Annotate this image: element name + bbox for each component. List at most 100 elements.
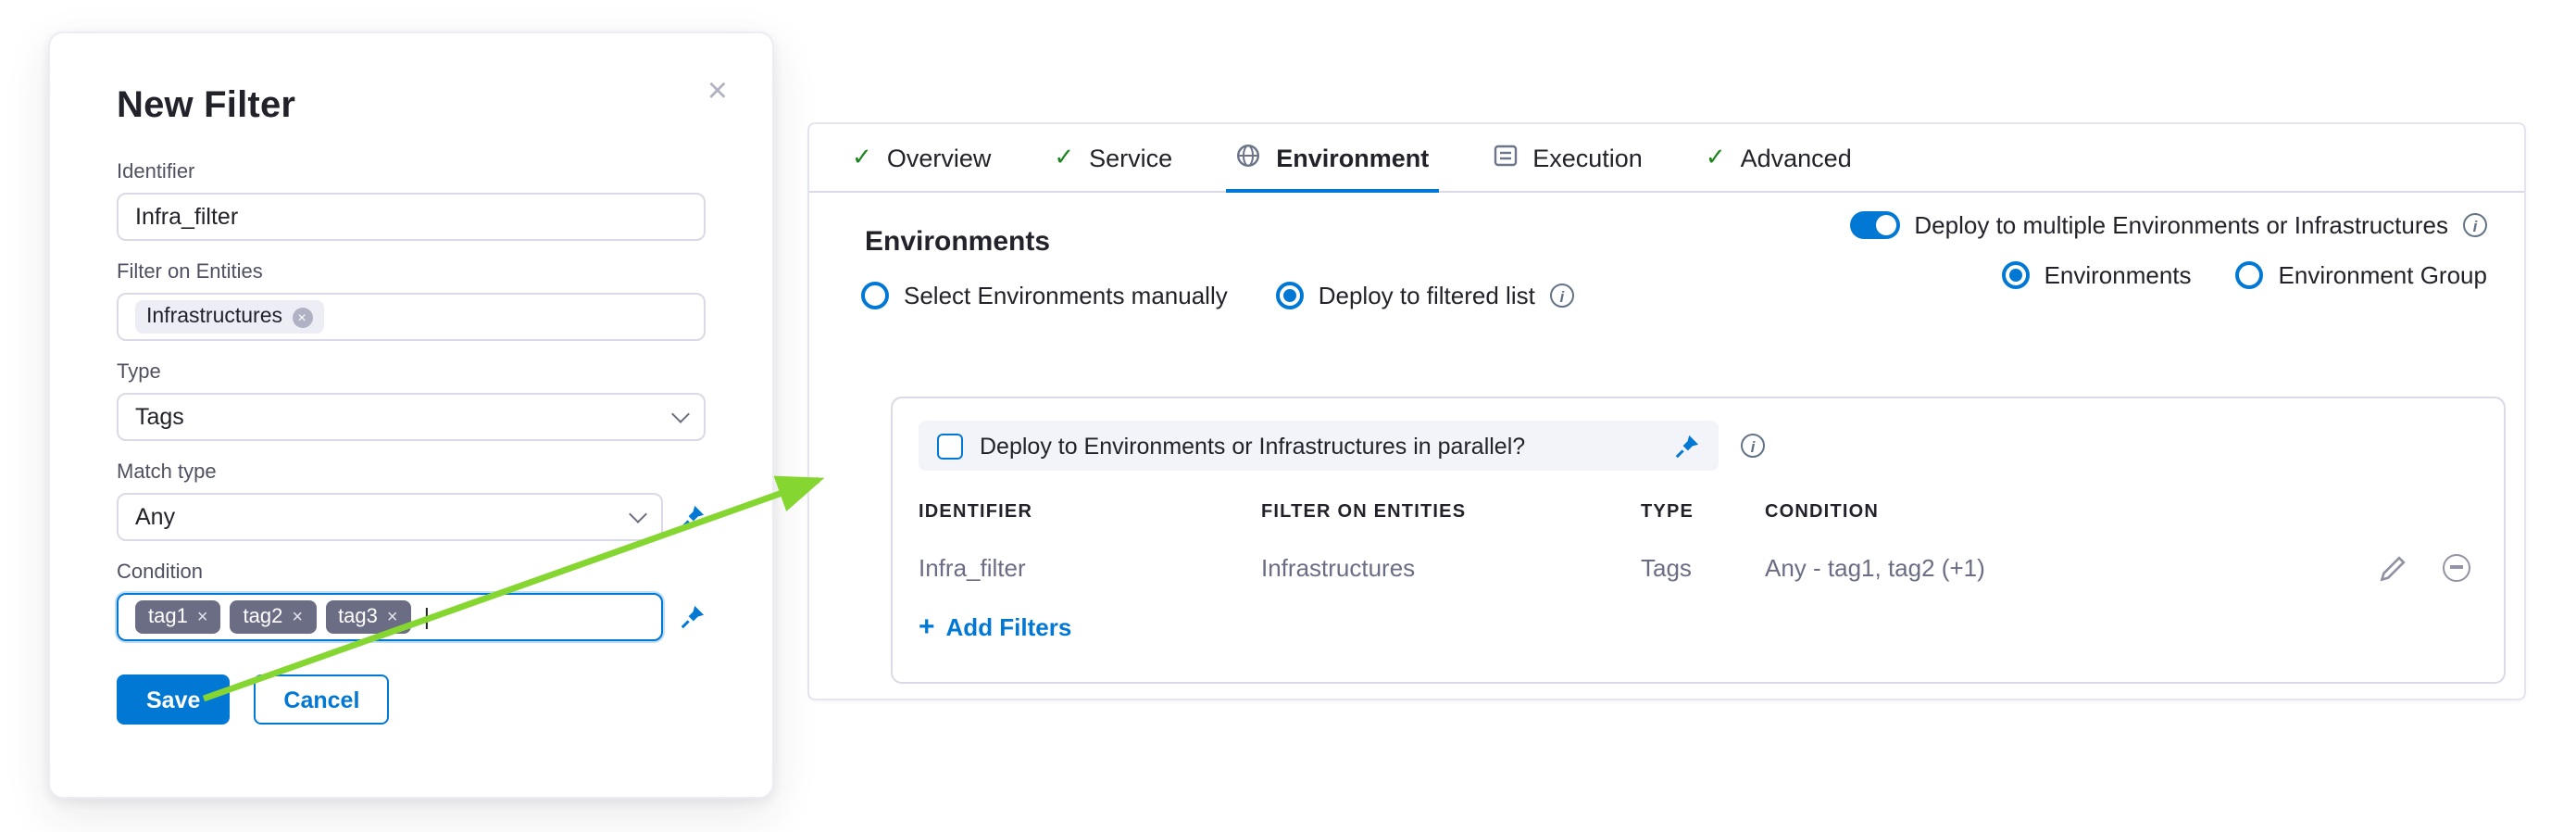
environments-heading: Environments <box>865 226 1050 258</box>
tab-execution[interactable]: Execution <box>1460 124 1674 191</box>
chip-remove-icon[interactable]: × <box>197 607 208 627</box>
identifier-label: Identifier <box>117 161 706 183</box>
radio-deploy-to-filtered-list[interactable]: Deploy to filtered list i <box>1276 282 1574 309</box>
environment-icon <box>1235 142 1261 173</box>
filter-row: Infra_filter Infrastructures Tags Any - … <box>919 554 2478 582</box>
pin-icon[interactable] <box>680 504 706 530</box>
cell-type: Tags <box>1641 554 1765 582</box>
save-button[interactable]: Save <box>117 674 230 725</box>
toggle-label: Deploy to multiple Environments or Infra… <box>1914 211 2448 239</box>
radio-environments[interactable]: Environments <box>2002 261 2192 289</box>
filters-box: Deploy to Environments or Infrastructure… <box>891 397 2506 684</box>
tab-label: Execution <box>1532 144 1643 171</box>
tab-label: Advanced <box>1741 144 1852 171</box>
new-filter-modal: × New Filter Identifier Infra_filter Fil… <box>48 32 774 799</box>
check-icon: ✓ <box>1706 143 1726 172</box>
identifier-input[interactable]: Infra_filter <box>117 193 706 241</box>
type-label: Type <box>117 361 706 384</box>
chip-remove-icon[interactable]: × <box>387 607 398 627</box>
stage-tabs: ✓ Overview ✓ Service Environment Executi… <box>809 124 2524 193</box>
radio-circle <box>2002 261 2030 289</box>
radio-label: Environment Group <box>2279 261 2487 289</box>
radio-label: Environments <box>2045 261 2192 289</box>
tag-chip: tag2 × <box>231 600 317 634</box>
filters-table-header: IDENTIFIER FILTER ON ENTITIES TYPE CONDI… <box>919 502 2478 523</box>
chip-label: tag3 <box>338 606 378 628</box>
condition-field: Condition tag1 × tag2 × tag3 × | <box>117 561 706 641</box>
col-header-identifier: IDENTIFIER <box>919 502 1261 523</box>
tab-label: Overview <box>887 144 992 171</box>
tab-environment[interactable]: Environment <box>1204 124 1460 191</box>
chevron-down-icon <box>629 505 647 523</box>
stage-config-panel: ✓ Overview ✓ Service Environment Executi… <box>807 122 2526 700</box>
filter-on-entities-field: Filter on Entities Infrastructures × <box>117 261 706 341</box>
tab-label: Environment <box>1276 144 1429 171</box>
pin-icon[interactable] <box>680 604 706 630</box>
condition-input[interactable]: tag1 × tag2 × tag3 × | <box>117 593 663 641</box>
multi-env-controls: Deploy to multiple Environments or Infra… <box>1849 211 2487 289</box>
deploy-multiple-toggle[interactable] <box>1849 211 1899 239</box>
radio-select-environments-manually[interactable]: Select Environments manually <box>861 282 1228 309</box>
type-value: Tags <box>135 404 184 430</box>
parallel-checkbox[interactable] <box>937 433 963 459</box>
radio-environment-group[interactable]: Environment Group <box>2236 261 2487 289</box>
info-icon[interactable]: i <box>1550 284 1574 308</box>
add-filters-label: Add Filters <box>946 613 1072 641</box>
text-cursor: | <box>424 604 431 630</box>
cell-entities: Infrastructures <box>1261 554 1641 582</box>
tab-label: Service <box>1089 144 1172 171</box>
filter-on-entities-input[interactable]: Infrastructures × <box>117 293 706 341</box>
type-select[interactable]: Tags <box>117 393 706 441</box>
environment-tab-body: Environments Select Environments manuall… <box>809 193 2524 700</box>
chip-label: tag1 <box>148 606 188 628</box>
parallel-checkbox-label: Deploy to Environments or Infrastructure… <box>980 433 1525 459</box>
toggle-knob <box>1875 215 1895 235</box>
chevron-down-icon <box>671 405 690 423</box>
cell-condition: Any - tag1, tag2 (+1) <box>1765 554 2345 582</box>
filter-on-entities-label: Filter on Entities <box>117 261 706 284</box>
chip-remove-icon[interactable]: × <box>292 307 312 327</box>
check-icon: ✓ <box>852 143 872 172</box>
col-header-condition: CONDITION <box>1765 502 2345 523</box>
tab-overview[interactable]: ✓ Overview <box>820 124 1022 191</box>
radio-circle <box>861 282 889 309</box>
radio-label: Deploy to filtered list <box>1319 282 1535 309</box>
match-type-select[interactable]: Any <box>117 493 663 541</box>
chip-label: Infrastructures <box>146 306 282 328</box>
tag-chip: tag3 × <box>325 600 411 634</box>
tag-chip: tag1 × <box>135 600 221 634</box>
execution-icon <box>1492 142 1518 173</box>
edit-icon[interactable] <box>2380 555 2406 581</box>
condition-label: Condition <box>117 561 706 584</box>
type-field: Type Tags <box>117 361 706 441</box>
modal-title: New Filter <box>117 85 706 128</box>
match-type-value: Any <box>135 504 175 530</box>
cancel-button[interactable]: Cancel <box>254 674 389 725</box>
chip-label: tag2 <box>244 606 283 628</box>
tab-advanced[interactable]: ✓ Advanced <box>1674 124 1883 191</box>
infrastructures-chip: Infrastructures × <box>135 300 323 334</box>
col-header-entities: FILTER ON ENTITIES <box>1261 502 1641 523</box>
col-header-type: TYPE <box>1641 502 1765 523</box>
add-filters-button[interactable]: + Add Filters <box>919 613 1071 641</box>
match-type-label: Match type <box>117 461 706 484</box>
info-icon[interactable]: i <box>2463 213 2487 237</box>
radio-label: Select Environments manually <box>904 282 1228 309</box>
match-type-field: Match type Any <box>117 461 706 541</box>
screenshot-canvas: × New Filter Identifier Infra_filter Fil… <box>0 0 2576 832</box>
environment-mode-radios: Select Environments manually Deploy to f… <box>861 282 1574 309</box>
plus-icon: + <box>919 613 935 641</box>
identifier-value: Infra_filter <box>135 204 238 230</box>
radio-circle <box>2236 261 2264 289</box>
info-icon[interactable]: i <box>1741 434 1765 458</box>
parallel-option-strip: Deploy to Environments or Infrastructure… <box>919 421 1719 471</box>
chip-remove-icon[interactable]: × <box>292 607 303 627</box>
cell-identifier: Infra_filter <box>919 554 1261 582</box>
identifier-field: Identifier Infra_filter <box>117 161 706 241</box>
pin-icon[interactable] <box>1674 433 1700 459</box>
radio-circle <box>1276 282 1304 309</box>
check-icon: ✓ <box>1054 143 1074 172</box>
remove-row-icon[interactable] <box>2443 554 2470 582</box>
tab-service[interactable]: ✓ Service <box>1022 124 1204 191</box>
close-icon[interactable]: × <box>707 74 728 109</box>
